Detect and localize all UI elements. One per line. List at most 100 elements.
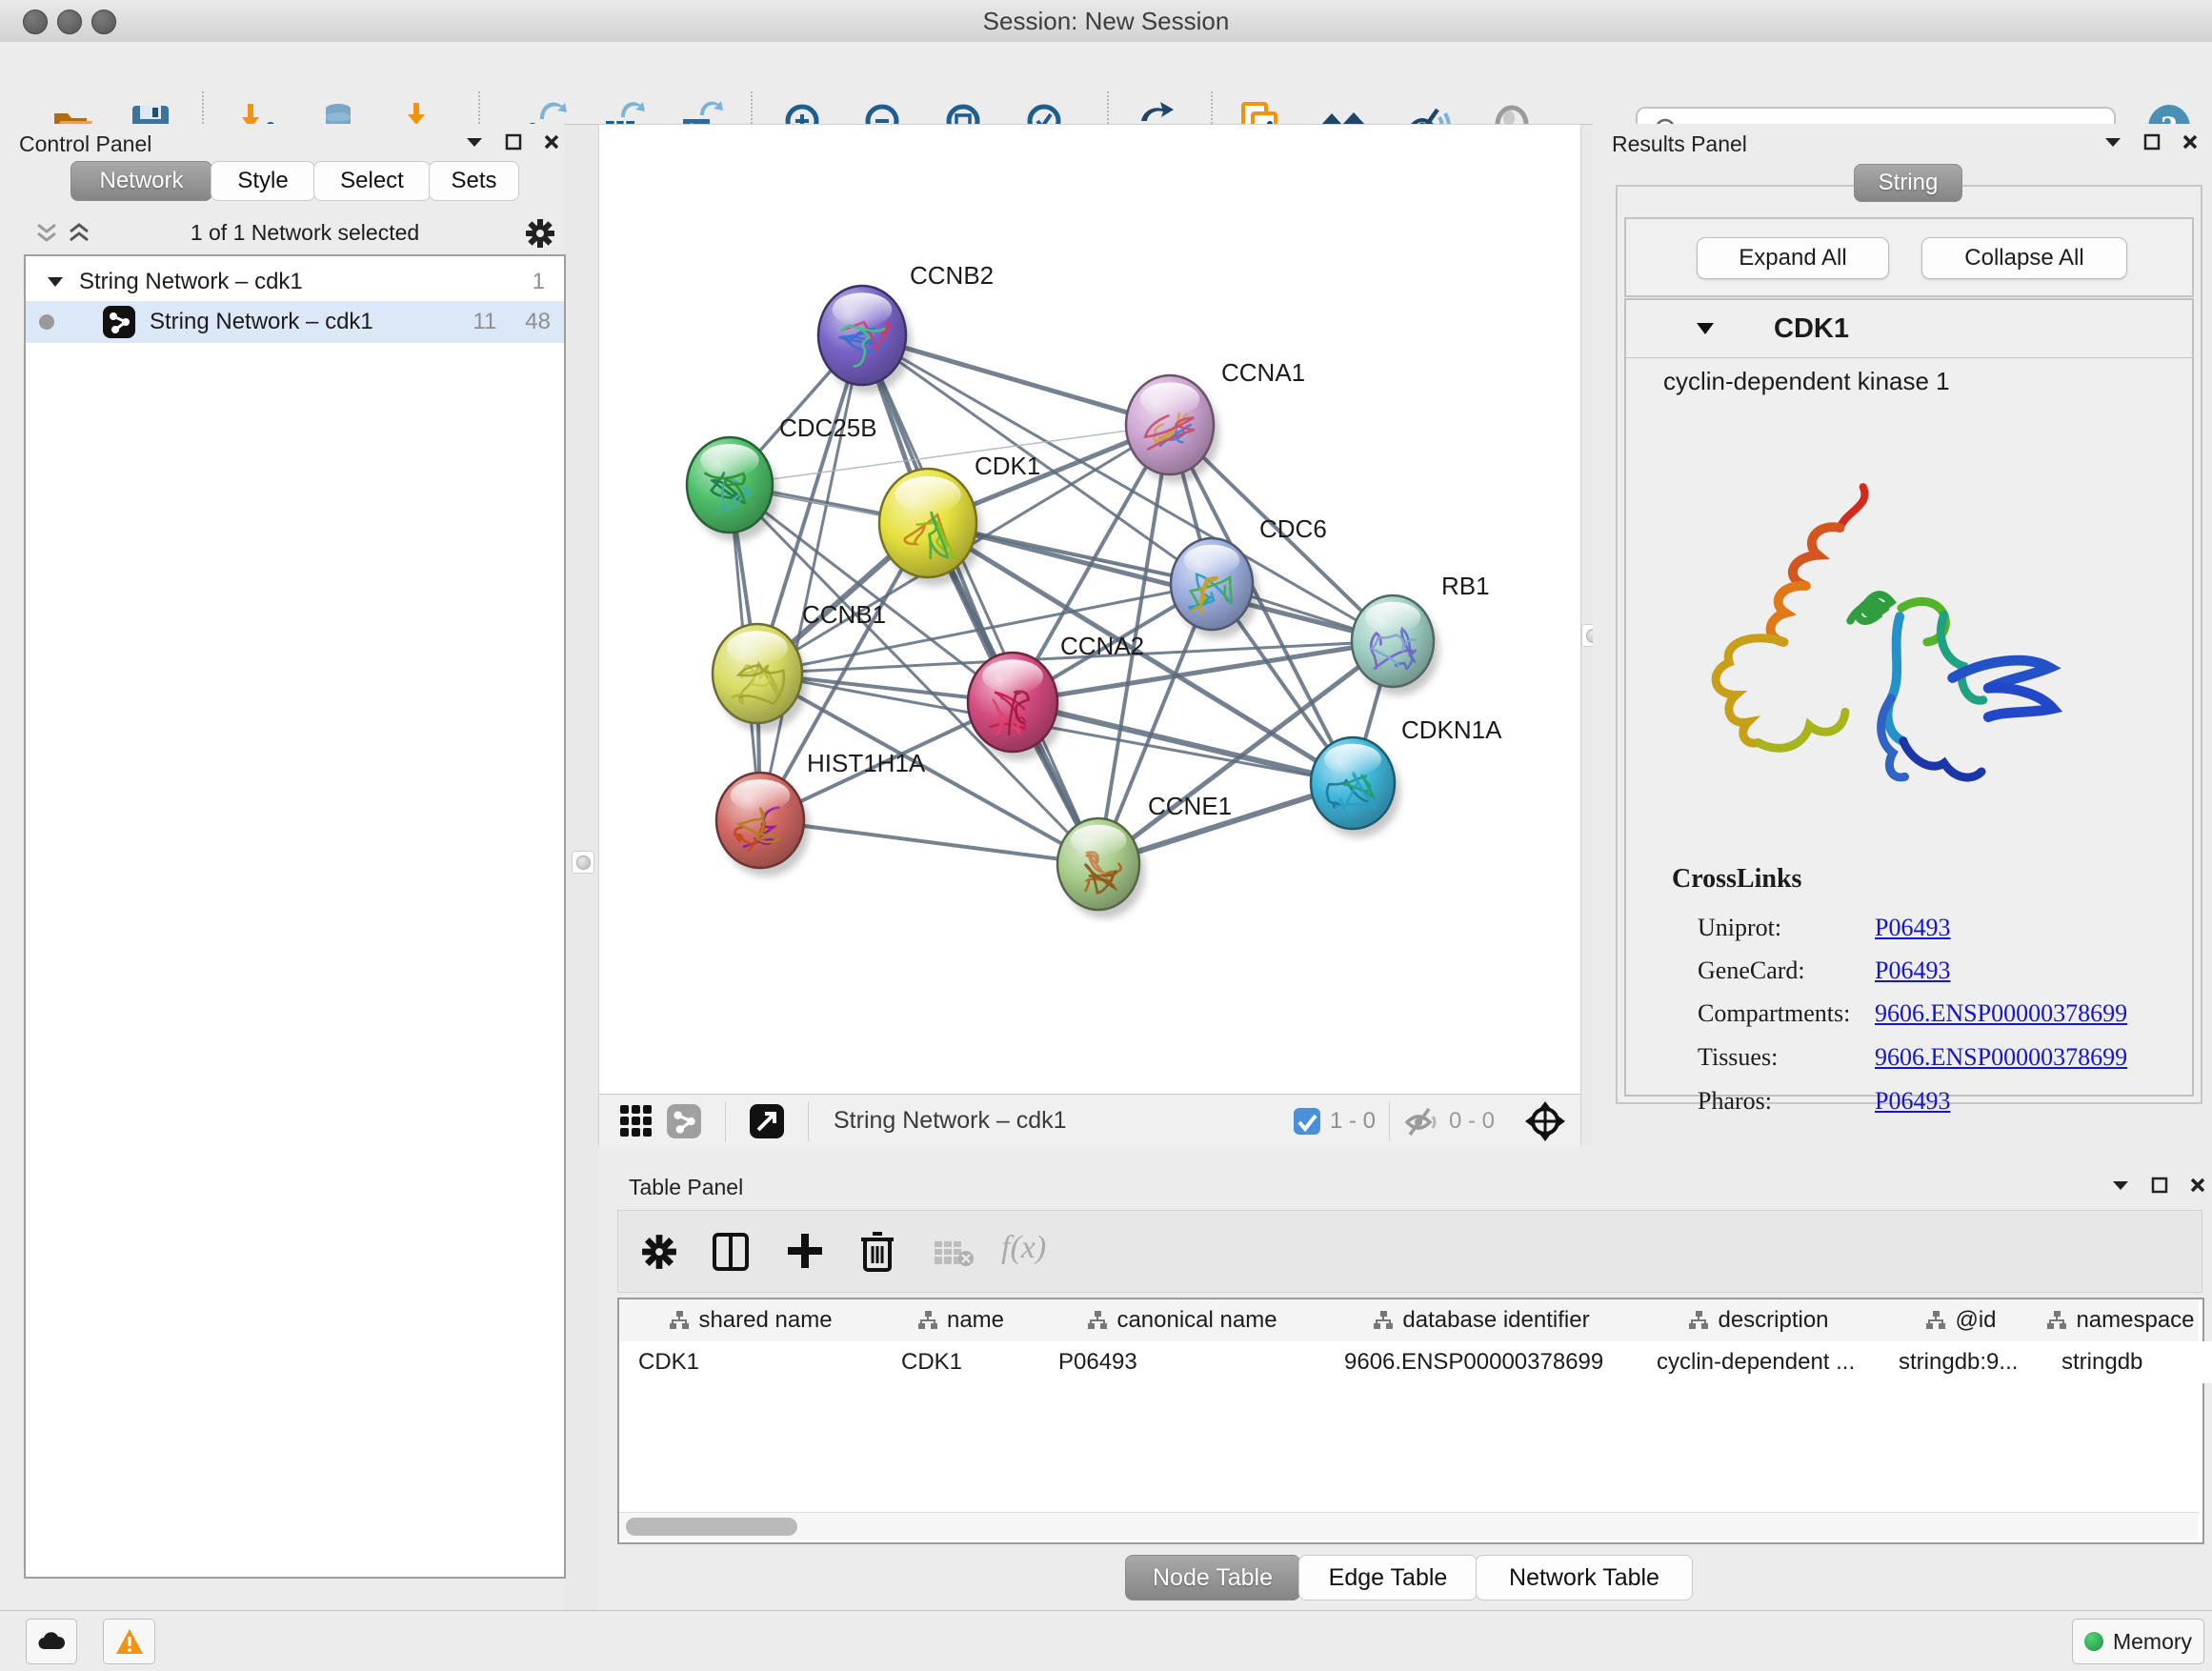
node-CDKN1A[interactable]: CDKN1A	[1311, 715, 1502, 837]
cell-shared-name: CDK1	[619, 1341, 901, 1383]
expand-all-icon[interactable]	[67, 221, 91, 246]
grid-view-icon[interactable]	[618, 1103, 654, 1139]
toolbar-separator	[1389, 1101, 1390, 1141]
column-header[interactable]: canonical name	[1039, 1299, 1326, 1342]
tab-network-table[interactable]: Network Table	[1476, 1555, 1693, 1601]
panel-menu-icon[interactable]	[2111, 1178, 2130, 1192]
collection-count: 1	[533, 269, 545, 295]
crosslink-uniprot-link[interactable]: P06493	[1875, 914, 1950, 942]
column-header[interactable]: namespace	[2042, 1299, 2199, 1342]
column-label: shared name	[698, 1307, 832, 1334]
column-header[interactable]: database identifier	[1325, 1299, 1639, 1342]
scrollbar-thumb[interactable]	[626, 1518, 797, 1536]
network-view-canvas[interactable]: CCNB2CCNA1CDC25BCDK1CDC6RB1CCNB1CCNA2CDK…	[598, 124, 1581, 1096]
collapse-all-icon[interactable]	[34, 221, 59, 246]
node-label-HIST1H1A: HIST1H1A	[807, 749, 926, 777]
node-label-CCNA1: CCNA1	[1221, 358, 1305, 387]
tab-style[interactable]: Style	[211, 161, 315, 201]
crosslink-label: Tissues:	[1698, 1043, 1778, 1072]
node-label-CCNB1: CCNB1	[802, 600, 886, 629]
node-RB1[interactable]: RB1	[1352, 572, 1490, 695]
network-tree: String Network – cdk1 1 String Network –…	[24, 254, 566, 1579]
tab-string[interactable]: String	[1854, 164, 1962, 202]
results-panel: Results Panel String Expand All Collapse…	[1593, 124, 2212, 1146]
gear-icon[interactable]	[524, 217, 556, 250]
crosslink-tissues-link[interactable]: 9606.ENSP00000378699	[1875, 1043, 2127, 1072]
share-view-icon[interactable]	[666, 1103, 702, 1139]
crosslink-pharos-link[interactable]: P06493	[1875, 1087, 1950, 1116]
float-panel-icon[interactable]	[2151, 1177, 2168, 1194]
tab-network[interactable]: Network	[70, 161, 212, 201]
horizontal-scrollbar[interactable]	[619, 1512, 2199, 1540]
warning-status-button[interactable]	[103, 1619, 155, 1664]
float-panel-icon[interactable]	[505, 133, 522, 151]
crosslink-genecard-link[interactable]: P06493	[1875, 956, 1950, 985]
edge-CCNB2-HIST1H1A	[760, 335, 862, 820]
add-column-icon[interactable]	[786, 1232, 824, 1270]
node-CCNE1[interactable]: CCNE1	[1057, 792, 1232, 918]
column-header[interactable]: @id	[1880, 1299, 2043, 1342]
tab-node-table[interactable]: Node Table	[1125, 1555, 1300, 1601]
network-view-title: String Network – cdk1	[834, 1107, 1067, 1135]
protein-description: cyclin-dependent kinase 1	[1663, 367, 1950, 396]
crosslink-compartments-link[interactable]: 9606.ENSP00000378699	[1875, 999, 2127, 1028]
protein-section: CDK1 cyclin-dependent kinase 1	[1624, 298, 2194, 1097]
node-CCNB2[interactable]: CCNB2	[818, 261, 994, 393]
function-builder-icon[interactable]: f(x)	[1001, 1230, 1046, 1266]
node-table: shared name name canonical name database…	[617, 1298, 2204, 1544]
cell-description: cyclin-dependent ...	[1638, 1341, 1899, 1383]
crosslink-label: GeneCard:	[1698, 956, 1805, 985]
table-panel-title: Table Panel	[629, 1175, 743, 1200]
birds-eye-view-icon[interactable]	[1523, 1099, 1567, 1143]
column-header[interactable]: name	[882, 1299, 1040, 1342]
close-panel-icon[interactable]	[543, 133, 560, 151]
node-CCNA1[interactable]: CCNA1	[1126, 358, 1305, 483]
collection-expand-icon[interactable]	[47, 275, 64, 289]
column-header[interactable]: shared name	[619, 1299, 883, 1342]
column-type-icon	[669, 1310, 690, 1331]
tab-edge-table[interactable]: Edge Table	[1298, 1555, 1478, 1601]
close-panel-icon[interactable]	[2189, 1177, 2206, 1194]
panel-menu-icon[interactable]	[465, 135, 484, 149]
delete-column-trash-icon[interactable]	[858, 1230, 896, 1272]
section-collapse-icon[interactable]	[1695, 321, 1716, 336]
network-graph[interactable]: CCNB2CCNA1CDC25BCDK1CDC6RB1CCNB1CCNA2CDK…	[599, 125, 1580, 1095]
tab-sets[interactable]: Sets	[429, 161, 519, 201]
hidden-eye-slash-icon[interactable]	[1403, 1105, 1441, 1137]
control-panel: Control Panel Network Style Select Sets …	[0, 124, 564, 1610]
node-label-CCNB2: CCNB2	[910, 261, 994, 290]
selected-checkbox-icon[interactable]	[1292, 1106, 1322, 1137]
column-type-icon	[1925, 1310, 1946, 1331]
protein-section-header[interactable]: CDK1	[1626, 300, 2192, 358]
crosslink-label: Uniprot:	[1698, 914, 1781, 942]
cell-namespace: stringdb	[2042, 1341, 2212, 1383]
expand-all-button[interactable]: Expand All	[1697, 237, 1889, 279]
node-HIST1H1A[interactable]: HIST1H1A	[716, 749, 926, 876]
cloud-status-button[interactable]	[26, 1619, 77, 1664]
delete-table-icon[interactable]	[933, 1238, 975, 1268]
open-in-new-window-icon[interactable]	[749, 1103, 785, 1139]
network-row-selected[interactable]: String Network – cdk1 11 48	[26, 301, 564, 343]
expand-collapse-box: Expand All Collapse All	[1624, 217, 2194, 297]
column-header[interactable]: description	[1638, 1299, 1880, 1342]
panel-menu-icon[interactable]	[2103, 135, 2122, 149]
main-toolbar: ?	[0, 42, 2212, 125]
collection-label: String Network – cdk1	[79, 269, 303, 295]
network-selection-status: 1 of 1 Network selected	[114, 220, 495, 246]
network-collection-row[interactable]: String Network – cdk1 1	[26, 261, 564, 303]
node-CCNB1[interactable]: CCNB1	[713, 600, 886, 732]
tab-select[interactable]: Select	[313, 161, 431, 201]
column-label: namespace	[2076, 1307, 2194, 1334]
table-settings-gear-icon[interactable]	[641, 1234, 677, 1270]
memory-button[interactable]: Memory	[2072, 1619, 2204, 1664]
float-panel-icon[interactable]	[2143, 133, 2161, 151]
collapse-all-button[interactable]: Collapse All	[1921, 237, 2127, 279]
close-panel-icon[interactable]	[2182, 133, 2199, 151]
column-type-icon	[1688, 1310, 1709, 1331]
node-label-CDKN1A: CDKN1A	[1401, 715, 1502, 744]
crosslinks-title: CrossLinks	[1672, 864, 1801, 895]
left-splitter-handle[interactable]	[572, 851, 594, 874]
show-columns-icon[interactable]	[712, 1232, 750, 1272]
hidden-count-badge: 0 - 0	[1449, 1108, 1495, 1135]
node-label-CDK1: CDK1	[975, 452, 1040, 480]
